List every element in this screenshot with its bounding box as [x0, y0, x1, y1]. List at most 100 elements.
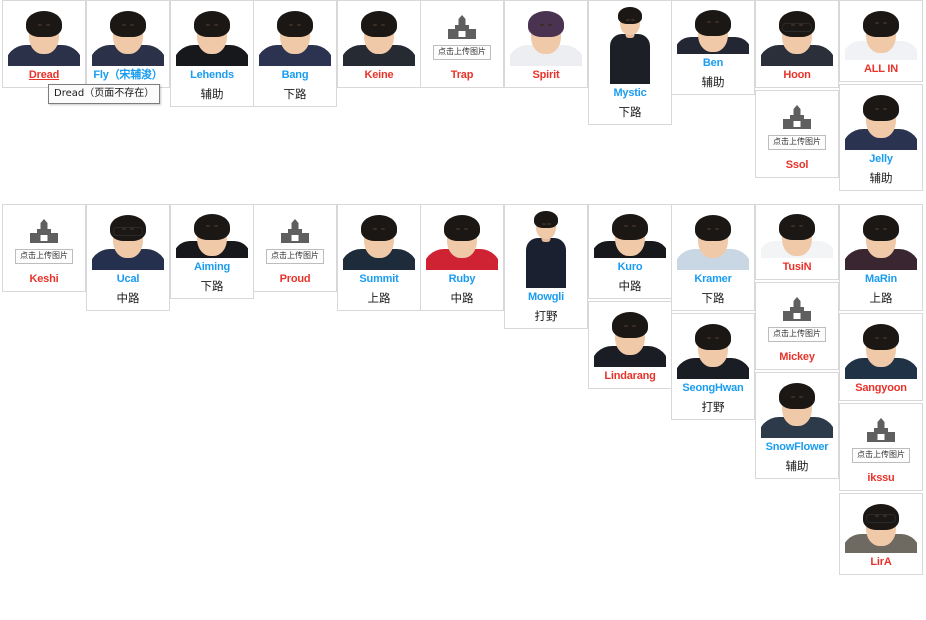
- player-photo: [510, 4, 582, 66]
- player-card[interactable]: 点击上传图片 Proud: [253, 204, 337, 292]
- player-name-link[interactable]: SnowFlower: [766, 440, 829, 455]
- upload-image-button[interactable]: 点击上传图片: [768, 135, 826, 150]
- player-name-link[interactable]: Kuro: [618, 260, 643, 275]
- player-photo-frame: [845, 497, 917, 553]
- upload-image-placeholder[interactable]: 点击上传图片: [845, 407, 917, 469]
- player-card[interactable]: 点击上传图片 Ssol: [755, 90, 839, 178]
- roster-column: Hoon 点击上传图片 Ssol: [755, 0, 839, 180]
- upload-image-button[interactable]: 点击上传图片: [768, 327, 826, 342]
- player-name-link[interactable]: Keine: [365, 68, 394, 83]
- player-name-link[interactable]: Dread: [29, 68, 59, 83]
- player-card[interactable]: 点击上传图片 ikssu: [839, 403, 923, 491]
- player-role-label: 辅助: [701, 75, 725, 89]
- player-card[interactable]: Mowgli 打野: [504, 204, 588, 329]
- player-role-label: 打野: [701, 400, 725, 414]
- player-name-link[interactable]: Aiming: [194, 260, 230, 275]
- player-name-link[interactable]: ALL IN: [864, 62, 898, 77]
- roster-column: MaRin 上路 Sangyoon 点击上传图片 ikssu LirA: [839, 204, 923, 577]
- player-name-link[interactable]: Mystic: [613, 86, 646, 101]
- player-name-link[interactable]: SeongHwan: [682, 381, 743, 396]
- player-card[interactable]: MaRin 上路: [839, 204, 923, 311]
- player-name-link[interactable]: LirA: [870, 555, 891, 570]
- player-name-link[interactable]: Ucal: [117, 272, 140, 287]
- player-name-link[interactable]: Mowgli: [528, 290, 564, 305]
- player-card[interactable]: Ben 辅助: [671, 0, 755, 95]
- player-roster-board: Dread Fly（宋辅浚） Lehends 辅助 Bang 下路 Keine 点击上传图片 T…: [0, 0, 926, 620]
- player-name-link[interactable]: TusiN: [783, 260, 812, 275]
- player-card[interactable]: Keine: [337, 0, 421, 88]
- player-name-link[interactable]: MaRin: [865, 272, 897, 287]
- player-card[interactable]: Sangyoon: [839, 313, 923, 401]
- player-card[interactable]: Ucal 中路: [86, 204, 170, 311]
- player-photo-frame: [92, 4, 164, 66]
- roster-column: Ben 辅助: [671, 0, 755, 97]
- player-photo: [92, 208, 164, 270]
- upload-image-button[interactable]: 点击上传图片: [266, 249, 324, 264]
- player-card[interactable]: SeongHwan 打野: [671, 313, 755, 420]
- player-card[interactable]: Jelly 辅助: [839, 84, 923, 191]
- player-card[interactable]: ALL IN: [839, 0, 923, 82]
- player-role-label: 辅助: [785, 459, 809, 473]
- player-name-link[interactable]: Lehends: [190, 68, 234, 83]
- player-name-link[interactable]: Spirit: [533, 68, 560, 83]
- upload-image-placeholder[interactable]: 点击上传图片: [8, 208, 80, 270]
- player-card[interactable]: LirA: [839, 493, 923, 575]
- player-photo-frame: [426, 208, 498, 270]
- player-name-link[interactable]: Kramer: [694, 272, 732, 287]
- player-name-link[interactable]: Mickey: [779, 350, 815, 365]
- roster-column: Aiming 下路: [170, 204, 254, 301]
- player-name-link[interactable]: Bang: [282, 68, 309, 83]
- upload-image-placeholder[interactable]: 点击上传图片: [761, 94, 833, 156]
- player-card[interactable]: Spirit: [504, 0, 588, 88]
- player-card[interactable]: Ruby 中路: [420, 204, 504, 311]
- upload-image-placeholder[interactable]: 点击上传图片: [259, 208, 331, 270]
- player-name-link[interactable]: Ssol: [786, 158, 809, 173]
- player-card[interactable]: Kuro 中路: [588, 204, 672, 299]
- player-card[interactable]: Aiming 下路: [170, 204, 254, 299]
- player-card[interactable]: Summit 上路: [337, 204, 421, 311]
- player-name-link[interactable]: Proud: [280, 272, 311, 287]
- player-name-link[interactable]: Keshi: [30, 272, 59, 287]
- player-card[interactable]: TusiN: [755, 204, 839, 280]
- player-card[interactable]: Lehends 辅助: [170, 0, 254, 107]
- upload-image-button[interactable]: 点击上传图片: [852, 448, 910, 463]
- player-card[interactable]: Dread: [2, 0, 86, 88]
- upload-image-placeholder[interactable]: 点击上传图片: [761, 286, 833, 348]
- roster-column: ALL IN Jelly 辅助: [839, 0, 923, 193]
- player-photo-frame: [8, 4, 80, 66]
- player-name-link[interactable]: Trap: [451, 68, 474, 83]
- upload-image-button[interactable]: 点击上传图片: [433, 45, 491, 60]
- player-photo: [8, 4, 80, 66]
- player-name-link[interactable]: Ruby: [449, 272, 476, 287]
- player-card[interactable]: SnowFlower 辅助: [755, 372, 839, 479]
- roster-column: 点击上传图片 Proud: [253, 204, 337, 294]
- upload-image-button[interactable]: 点击上传图片: [15, 249, 73, 264]
- player-name-link[interactable]: Fly（宋辅浚）: [93, 68, 162, 83]
- player-name-link[interactable]: Ben: [703, 56, 723, 71]
- player-photo: [677, 208, 749, 270]
- player-card[interactable]: 点击上传图片 Trap: [420, 0, 504, 88]
- player-name-link[interactable]: Jelly: [869, 152, 893, 167]
- player-name-link[interactable]: Sangyoon: [855, 381, 907, 396]
- roster-column: 点击上传图片 Keshi: [2, 204, 86, 294]
- player-name-link[interactable]: Summit: [359, 272, 398, 287]
- player-name-link[interactable]: Lindarang: [604, 369, 656, 384]
- player-card[interactable]: Hoon: [755, 0, 839, 88]
- player-photo: [92, 4, 164, 66]
- player-name-link[interactable]: Hoon: [783, 68, 811, 83]
- player-card[interactable]: Fly（宋辅浚）: [86, 0, 170, 88]
- player-card[interactable]: Kramer 下路: [671, 204, 755, 311]
- player-card[interactable]: Bang 下路: [253, 0, 337, 107]
- roster-column: Dread: [2, 0, 86, 90]
- player-role-label: 上路: [367, 291, 391, 305]
- player-card[interactable]: Mystic 下路: [588, 0, 672, 125]
- link-status-tooltip: Dread（页面不存在）: [48, 84, 161, 104]
- upload-image-placeholder[interactable]: 点击上传图片: [426, 4, 498, 66]
- player-photo: [677, 317, 749, 379]
- player-card[interactable]: 点击上传图片 Keshi: [2, 204, 86, 292]
- upload-arrow-icon: [448, 15, 476, 40]
- player-card[interactable]: 点击上传图片 Mickey: [755, 282, 839, 370]
- player-card[interactable]: Lindarang: [588, 301, 672, 389]
- player-name-link[interactable]: ikssu: [867, 471, 894, 486]
- player-photo-frame: [845, 208, 917, 270]
